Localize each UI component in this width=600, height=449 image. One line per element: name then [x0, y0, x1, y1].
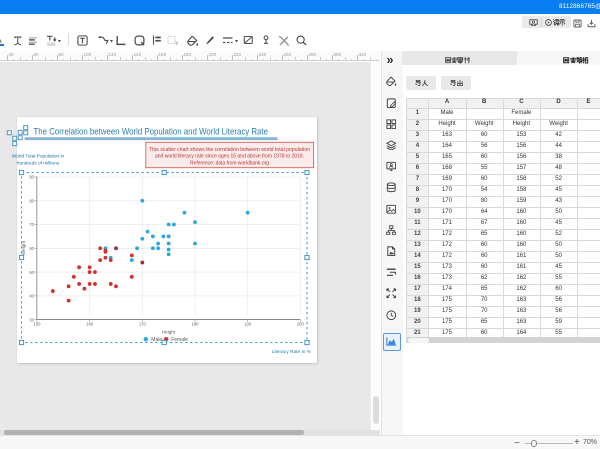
svg-text:80: 80	[29, 198, 34, 203]
svg-text:This scatter chart shows the c: This scatter chart shows the correlation…	[149, 147, 310, 153]
svg-text:70: 70	[29, 222, 34, 227]
svg-text:Female: Female	[171, 337, 188, 343]
svg-text:Height: Height	[162, 329, 176, 334]
svg-text:90: 90	[29, 175, 34, 180]
svg-text:50: 50	[29, 270, 34, 275]
svg-text:190: 190	[244, 322, 252, 327]
svg-text:and world literacy rate since: and world literacy rate since ages 15 an…	[155, 154, 304, 160]
svg-text:Male: Male	[151, 337, 162, 343]
svg-text:60: 60	[29, 246, 34, 251]
svg-text:Literacy Rate in %: Literacy Rate in %	[272, 349, 312, 355]
svg-text:Weight: Weight	[21, 240, 26, 255]
svg-text:200: 200	[297, 322, 305, 327]
svg-text:40: 40	[29, 294, 34, 299]
svg-text:170: 170	[139, 322, 147, 327]
svg-text:World Total Population in: World Total Population in	[12, 154, 65, 160]
svg-text:180: 180	[191, 322, 199, 327]
svg-text:Reference: data from worldbank: Reference: data from worldbank.org	[190, 160, 269, 166]
svg-text:150: 150	[34, 322, 42, 327]
svg-text:The Correlation between World: The Correlation between World Population…	[34, 127, 269, 137]
svg-text:160: 160	[86, 322, 94, 327]
svg-text:hundreds of millions: hundreds of millions	[17, 161, 60, 167]
